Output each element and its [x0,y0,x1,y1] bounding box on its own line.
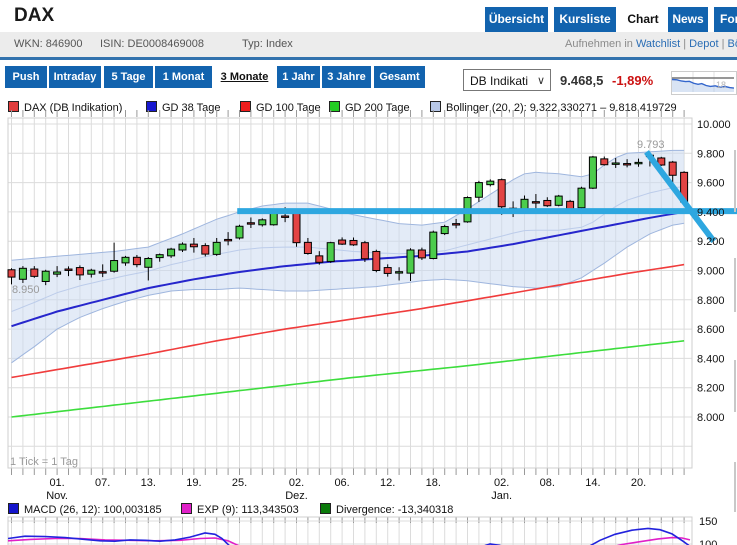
legend-item-swatch [430,101,441,112]
svg-text:19.: 19. [186,477,201,489]
svg-text:8.950: 8.950 [12,284,40,296]
svg-text:13.: 13. [141,477,156,489]
legend-item: GD 38 Tage [146,101,221,114]
legend-item-swatch [329,101,340,112]
svg-text:06.: 06. [334,477,349,489]
svg-text:18: 18 [716,80,726,90]
quote: 9.468,5 -1,89% [560,73,653,88]
tab-news[interactable]: News [668,7,708,32]
macd-legend-item: Divergence: -13,340318 [320,503,453,516]
legend-item: DAX (DB Indikation) [8,101,122,114]
mini-preview-sparkline: 18 [671,72,735,92]
svg-text:9.000: 9.000 [697,266,725,278]
macd-legend-item-swatch [181,503,192,514]
svg-text:07.: 07. [95,477,110,489]
svg-text:8.800: 8.800 [697,295,725,307]
svg-text:150: 150 [699,516,717,528]
svg-text:8.400: 8.400 [697,353,725,365]
indicator-dropdown-value: DB Indikati [470,74,529,88]
tab-chart[interactable]: Chart [623,7,663,32]
svg-text:9.600: 9.600 [697,178,725,190]
wkn-label: WKN: 846900 [14,38,83,50]
macd-legend-item-label: EXP (9): 113,343503 [197,504,299,516]
svg-text:100: 100 [699,539,717,545]
range-button-5-tage[interactable]: 5 Tage [104,66,153,88]
page-title: DAX [14,5,55,26]
svg-text:Dez.: Dez. [285,490,308,502]
range-button-3-jahre[interactable]: 3 Jahre [322,66,371,88]
legend-item-label: GD 100 Tage [256,102,321,114]
svg-text:Jan.: Jan. [491,490,512,502]
legend-item-swatch [240,101,251,112]
legend-item-label: GD 200 Tage [345,102,410,114]
watchlist-prefix: Aufnehmen in [565,38,633,50]
svg-text:10.000: 10.000 [697,119,731,131]
legend-item-label: Bollinger (20, 2): 9.322,330271 – 9.818,… [446,102,677,114]
range-button-1-monat[interactable]: 1 Monat [155,66,212,88]
macd-legend-item: MACD (26, 12): 100,003185 [8,503,162,516]
svg-text:14.: 14. [585,477,600,489]
typ-label: Typ: Index [242,38,293,50]
range-button-3-monate[interactable]: 3 Monate [215,66,274,88]
quote-price: 9.468,5 [560,73,604,88]
quote-change: -1,89% [612,73,654,88]
legend-item: GD 100 Tage [240,101,321,114]
svg-text:01.: 01. [49,477,64,489]
svg-text:25.: 25. [232,477,247,489]
legend-item-label: GD 38 Tage [162,102,221,114]
svg-text:9.200: 9.200 [697,236,725,248]
instrument-info-bar: WKN: 846900 ISIN: DE0008469008 Typ: Inde… [0,32,737,57]
svg-text:02.: 02. [494,477,509,489]
chevron-down-icon: ∨ [536,75,545,87]
tab-forum[interactable]: Forum [714,7,737,32]
svg-text:9.800: 9.800 [697,148,725,160]
tab-bersicht[interactable]: Übersicht [485,7,548,32]
svg-text:02.: 02. [289,477,304,489]
svg-text:8.200: 8.200 [697,383,725,395]
svg-text:9.400: 9.400 [697,207,725,219]
svg-text:08.: 08. [540,477,555,489]
svg-text:9.793: 9.793 [637,139,665,151]
svg-text:1 Tick = 1 Tag: 1 Tick = 1 Tag [10,456,78,468]
svg-text:8.000: 8.000 [697,412,725,424]
range-button-push[interactable]: Push [5,66,47,88]
svg-text:8.600: 8.600 [697,324,725,336]
dax-chart-page: DAX ÜbersichtKursliste ChartNews Forum WKN… [0,0,737,545]
macd-legend-item: EXP (9): 113,343503 [181,503,299,516]
macd-legend-item-label: MACD (26, 12): 100,003185 [24,504,162,516]
macd-legend-item-label: Divergence: -13,340318 [336,504,454,516]
legend-item: GD 200 Tage [329,101,410,114]
indicator-dropdown[interactable]: DB Indikati ∨ [463,69,551,91]
tab-kursliste[interactable]: Kursliste [554,7,616,32]
legend-item-swatch [8,101,19,112]
isin-label: ISIN: DE0008469008 [100,38,204,50]
svg-text:20.: 20. [631,477,646,489]
svg-text:12.: 12. [380,477,395,489]
range-button-intraday[interactable]: Intraday [49,66,101,88]
range-button-1-jahr[interactable]: 1 Jahr [277,66,320,88]
boersen-link[interactable]: Börsen [728,38,737,50]
macd-legend-item-swatch [320,503,331,514]
legend-item-label: DAX (DB Indikation) [24,102,123,114]
svg-text:18.: 18. [426,477,441,489]
legend-item: Bollinger (20, 2): 9.322,330271 – 9.818,… [430,101,677,114]
mini-preview-chart: 18 [671,71,737,95]
svg-text:Nov.: Nov. [46,490,68,502]
watchlist-link[interactable]: Watchlist [636,38,680,50]
watchlist-links: Aufnehmen in Watchlist | Depot | Börsen [565,38,737,50]
depot-link[interactable]: Depot [689,38,718,50]
macd-legend-item-swatch [8,503,19,514]
blue-divider [0,57,737,60]
legend-item-swatch [146,101,157,112]
range-button-gesamt[interactable]: Gesamt [374,66,425,88]
